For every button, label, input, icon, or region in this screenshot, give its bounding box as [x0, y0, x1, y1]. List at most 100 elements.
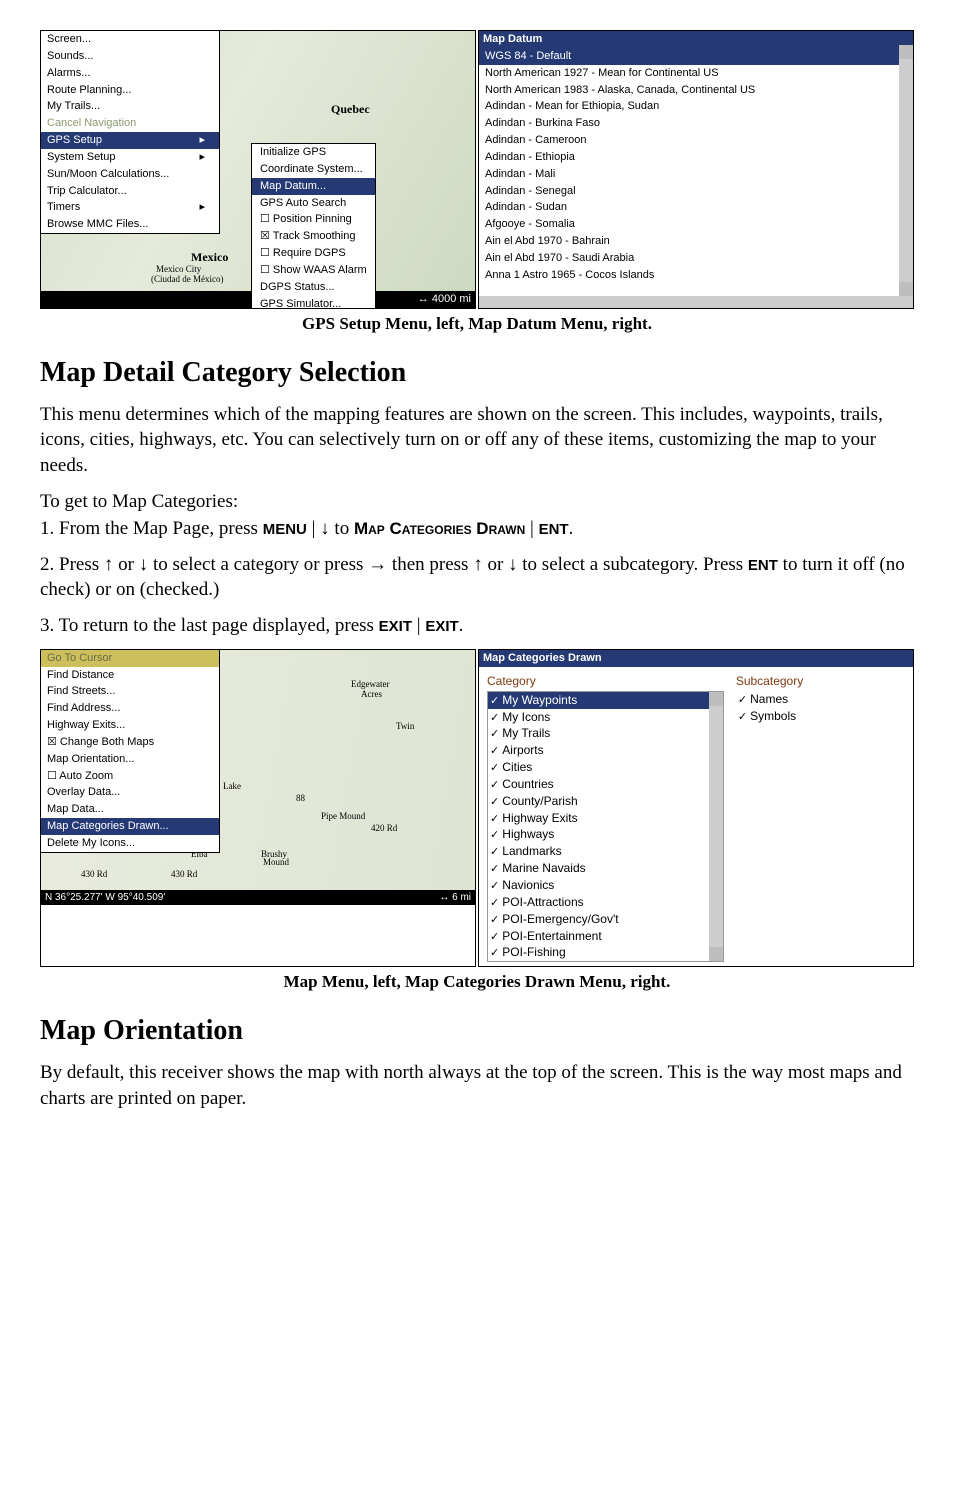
category-item[interactable]: My Trails — [488, 725, 723, 742]
category-item[interactable]: My Icons — [488, 709, 723, 726]
scroll-up-icon[interactable] — [709, 692, 723, 706]
datum-item[interactable]: Anna 1 Astro 1965 - Cocos Islands — [479, 267, 913, 280]
category-item[interactable]: My Waypoints — [488, 692, 723, 709]
panel-title: Map Categories Drawn — [479, 650, 913, 667]
datum-item[interactable]: Afgooye - Somalia — [479, 216, 913, 233]
datum-item[interactable]: North American 1983 - Alaska, Canada, Co… — [479, 82, 913, 99]
map-label-ciudad: (Ciudad de México) — [151, 273, 223, 285]
menu-item[interactable]: Overlay Data... — [41, 784, 219, 801]
category-item[interactable]: Highway Exits — [488, 810, 723, 827]
datum-item[interactable]: Adindan - Mean for Ethiopia, Sudan — [479, 98, 913, 115]
map-label: 430 Rd — [81, 868, 107, 880]
map-label: 88 — [296, 792, 305, 804]
category-item[interactable]: POI-Fishing — [488, 944, 723, 961]
para-orientation-1: By default, this receiver shows the map … — [40, 1060, 914, 1111]
submenu-item[interactable]: GPS Simulator... — [252, 296, 375, 309]
menu-item[interactable]: Screen... — [41, 31, 219, 48]
menu-item[interactable]: Route Planning... — [41, 82, 219, 99]
menu-item[interactable]: Highway Exits... — [41, 717, 219, 734]
category-item[interactable]: Countries — [488, 776, 723, 793]
figure-1-caption: GPS Setup Menu, left, Map Datum Menu, ri… — [40, 313, 914, 336]
datum-item[interactable]: WGS 84 - Default — [479, 48, 913, 65]
menu-item[interactable]: GPS Setup▸ — [41, 132, 219, 149]
text: 1. From the Map Page, press — [40, 518, 263, 539]
datum-item[interactable]: Adindan - Ethiopia — [479, 149, 913, 166]
menu-item[interactable]: Find Streets... — [41, 683, 219, 700]
datum-item[interactable]: Adindan - Burkina Faso — [479, 115, 913, 132]
subcategory-list[interactable]: NamesSymbols — [736, 691, 905, 725]
menu-item[interactable]: Find Address... — [41, 700, 219, 717]
menu-item[interactable]: Browse MMC Files... — [41, 216, 219, 233]
scroll-down-icon[interactable] — [709, 947, 723, 961]
submenu-item[interactable]: ☒ Track Smoothing — [252, 228, 375, 245]
coord-readout: N 36°25.277' W 95°40.509' — [45, 891, 165, 905]
datum-item[interactable]: Adindan - Mali — [479, 166, 913, 183]
menu-item[interactable]: Cancel Navigation — [41, 115, 219, 132]
menu-item[interactable]: Map Data... — [41, 801, 219, 818]
category-item[interactable]: Marine Navaids — [488, 860, 723, 877]
submenu-item[interactable]: ☐ Require DGPS — [252, 245, 375, 262]
submenu-item[interactable]: Initialize GPS — [252, 144, 375, 161]
category-item[interactable]: POI-Emergency/Gov't — [488, 911, 723, 928]
step-1: 1. From the Map Page, press MENU | ↓ to … — [40, 516, 914, 542]
menu-item[interactable]: ☒ Change Both Maps — [41, 734, 219, 751]
datum-item[interactable]: Ain el Abd 1970 - Saudi Arabia — [479, 250, 913, 267]
scroll-up-icon[interactable] — [899, 45, 913, 59]
submenu-item[interactable]: Map Datum... — [252, 178, 375, 195]
panel-title: Map Datum — [479, 31, 913, 48]
category-item[interactable]: POI-Attractions — [488, 894, 723, 911]
text: | ↓ to — [307, 518, 354, 539]
datum-item[interactable]: Adindan - Cameroon — [479, 132, 913, 149]
datum-item[interactable]: Adindan - Senegal — [479, 183, 913, 200]
menu-item[interactable]: Alarms... — [41, 65, 219, 82]
h-scrollbar[interactable] — [479, 296, 913, 308]
category-item[interactable]: Navionics — [488, 877, 723, 894]
text: 3. To return to the last page displayed,… — [40, 615, 379, 636]
scrollbar[interactable] — [709, 692, 723, 962]
category-item[interactable]: POI-Entertainment — [488, 928, 723, 945]
category-columns: Category My WaypointsMy IconsMy TrailsAi… — [479, 667, 913, 967]
menu-item[interactable]: Map Categories Drawn... — [41, 818, 219, 835]
subcategory-item[interactable]: Names — [736, 691, 905, 708]
datum-item[interactable]: Adindan - Sudan — [479, 199, 913, 216]
category-item[interactable]: Airports — [488, 742, 723, 759]
menu-item[interactable]: Find Distance — [41, 667, 219, 684]
datum-item[interactable]: North American 1927 - Mean for Continent… — [479, 65, 913, 82]
column-head-subcategory: Subcategory — [736, 671, 905, 691]
menu-item[interactable]: ☐ Auto Zoom — [41, 768, 219, 785]
scroll-down-icon[interactable] — [899, 282, 913, 296]
heading-map-orientation: Map Orientation — [40, 1012, 914, 1050]
submenu-item[interactable]: GPS Auto Search — [252, 195, 375, 212]
menu-item[interactable]: Sun/Moon Calculations... — [41, 166, 219, 183]
submenu-item[interactable]: DGPS Status... — [252, 279, 375, 296]
datum-list[interactable]: WGS 84 - DefaultNorth American 1927 - Me… — [479, 48, 913, 280]
category-item[interactable]: Cities — [488, 759, 723, 776]
menu-item[interactable]: My Trails... — [41, 98, 219, 115]
subcategory-item[interactable]: Symbols — [736, 708, 905, 725]
menu-item[interactable]: Timers▸ — [41, 199, 219, 216]
menu-item[interactable]: System Setup▸ — [41, 149, 219, 166]
key-exit: EXIT — [379, 617, 412, 637]
map-label: 420 Rd — [371, 822, 397, 834]
submenu-item[interactable]: Coordinate System... — [252, 161, 375, 178]
gps-setup-panel: Screen...Sounds...Alarms...Route Plannin… — [40, 30, 476, 309]
menu-item[interactable]: Map Orientation... — [41, 751, 219, 768]
datum-item[interactable]: Ain el Abd 1970 - Bahrain — [479, 233, 913, 250]
column-head-category: Category — [487, 671, 724, 691]
menu-item[interactable]: Sounds... — [41, 48, 219, 65]
figure-2-caption: Map Menu, left, Map Categories Drawn Men… — [40, 971, 914, 994]
menu-item[interactable]: Go To Cursor — [41, 650, 219, 667]
map-label: Acres — [361, 688, 382, 700]
menu-item[interactable]: Trip Calculator... — [41, 183, 219, 200]
map-background: Go To CursorFind DistanceFind Streets...… — [41, 650, 475, 890]
submenu-item[interactable]: ☐ Position Pinning — [252, 211, 375, 228]
menu-item[interactable]: Delete My Icons... — [41, 835, 219, 852]
map-label: 430 Rd — [171, 868, 197, 880]
submenu-item[interactable]: ☐ Show WAAS Alarm — [252, 262, 375, 279]
category-list[interactable]: My WaypointsMy IconsMy TrailsAirportsCit… — [488, 692, 723, 962]
figure-2: Go To CursorFind DistanceFind Streets...… — [40, 649, 914, 968]
category-item[interactable]: Landmarks — [488, 843, 723, 860]
category-item[interactable]: Highways — [488, 826, 723, 843]
scrollbar[interactable] — [899, 45, 913, 296]
category-item[interactable]: County/Parish — [488, 793, 723, 810]
